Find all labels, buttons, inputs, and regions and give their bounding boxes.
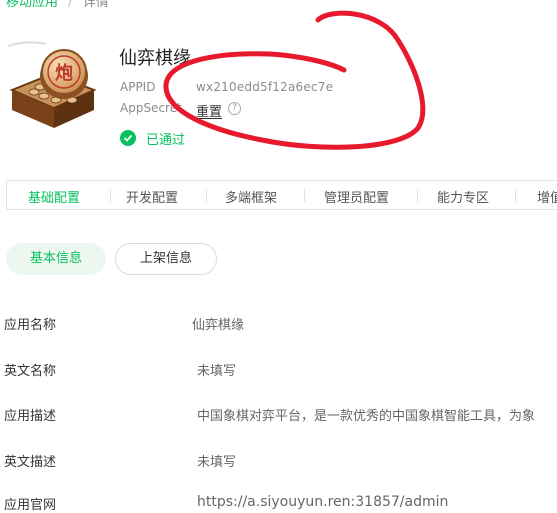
chinese-chess-icon: 炮	[6, 38, 98, 136]
tab-basic-config[interactable]: 基础配置	[28, 187, 80, 206]
appid-value: wx210edd5f12a6ec7e	[196, 80, 334, 94]
field-label-app-name: 应用名称	[4, 318, 57, 333]
breadcrumb-separator: /	[68, 0, 73, 10]
tab-divider	[417, 189, 418, 202]
app-name: 仙弈棋缘	[119, 48, 191, 69]
field-value-website[interactable]: https://a.siyouyun.ren:31857/admin	[197, 494, 448, 510]
tab-capabilities[interactable]: 能力专区	[437, 187, 489, 206]
tab-divider	[515, 189, 516, 202]
field-label-english-name: 英文名称	[4, 364, 57, 379]
subtab-basic-info[interactable]: 基本信息	[6, 243, 106, 275]
tab-bar: 基础配置 开发配置 多端框架 管理员配置 能力专区 增值	[6, 180, 557, 210]
field-label-website: 应用官网	[4, 498, 57, 513]
help-icon[interactable]: ?	[228, 102, 241, 115]
tab-divider	[206, 189, 207, 202]
tab-admin-config[interactable]: 管理员配置	[324, 187, 389, 206]
reset-secret-link[interactable]: 重置	[196, 101, 222, 120]
tab-dev-config[interactable]: 开发配置	[126, 187, 178, 206]
subtab-listing-info[interactable]: 上架信息	[115, 243, 217, 275]
field-label-english-description: 英文描述	[4, 455, 57, 470]
appsecret-label: AppSecret	[120, 101, 182, 115]
field-value-english-name: 未填写	[197, 364, 237, 379]
field-value-english-description: 未填写	[197, 455, 237, 470]
breadcrumb-parent-link[interactable]: 移动应用	[6, 0, 58, 10]
field-value-description: 中国象棋对弈平台，是一款优秀的中国象棋智能工具，为象	[197, 409, 536, 424]
status-badge: 已通过	[120, 129, 186, 148]
tab-divider	[304, 189, 305, 202]
svg-text:炮: 炮	[55, 62, 73, 84]
tab-divider	[110, 189, 111, 202]
status-text: 已通过	[146, 132, 186, 148]
appid-label: APPID	[120, 80, 156, 94]
field-value-app-name: 仙弈棋缘	[192, 318, 245, 333]
breadcrumb: 移动应用 / 详情	[6, 0, 109, 10]
check-circle-icon	[120, 130, 136, 146]
breadcrumb-current: 详情	[82, 0, 109, 10]
tab-multi-framework[interactable]: 多端框架	[225, 187, 277, 206]
tab-value-added[interactable]: 增值	[537, 187, 557, 206]
field-label-description: 应用描述	[4, 409, 57, 424]
